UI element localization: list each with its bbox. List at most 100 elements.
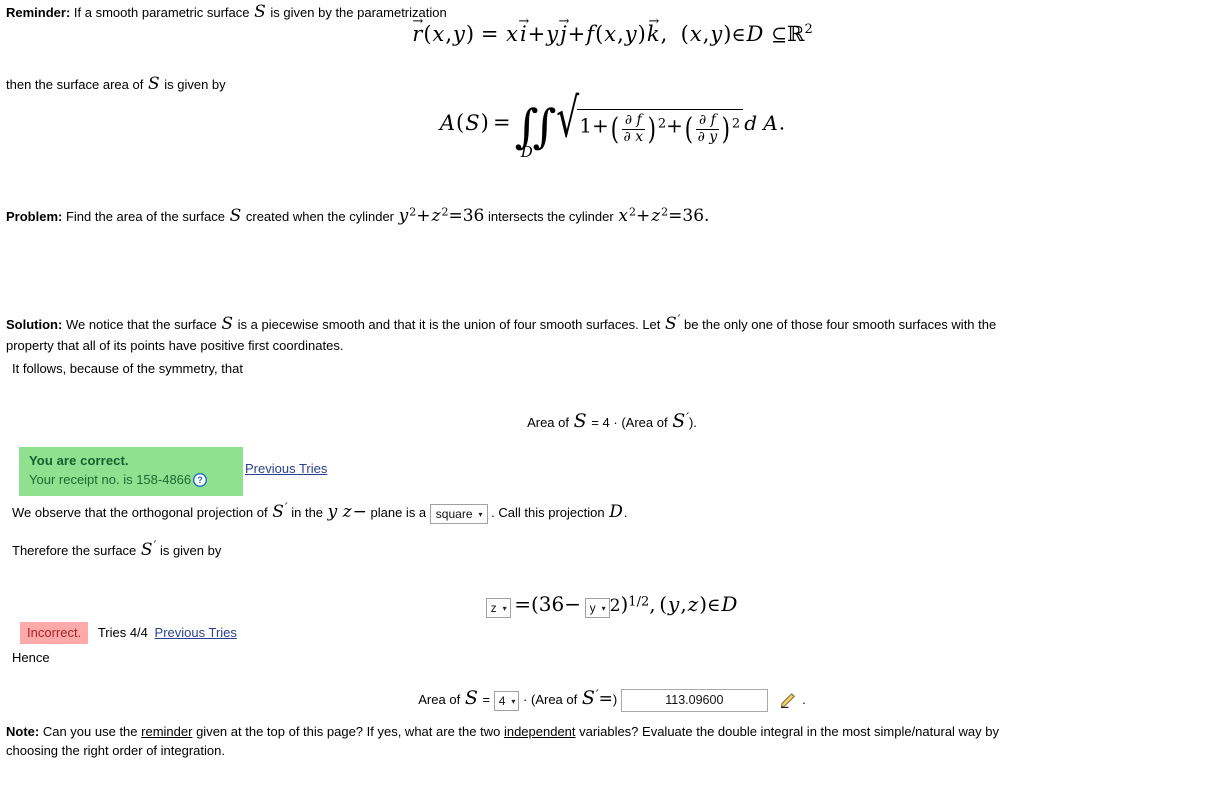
exponent-2: 2: [657, 116, 667, 132]
variable-select-z[interactable]: z ▾: [485, 597, 511, 618]
independent-reference-link[interactable]: independent: [504, 724, 576, 739]
then-text-a: then the surface area of: [6, 77, 144, 92]
surface-S-prime: S′: [271, 502, 287, 522]
answer-input[interactable]: 113.09600: [620, 689, 768, 713]
problem-label: Problem:: [6, 209, 63, 224]
note-label: Note:: [6, 724, 40, 739]
domain-D: D: [746, 22, 764, 46]
number-1: 1: [579, 114, 593, 138]
chevron-down-icon: ▾: [478, 509, 483, 519]
prime-mark: ′: [284, 500, 288, 515]
shape-select-value: square: [435, 506, 473, 521]
real-numbers: ℝ: [787, 22, 805, 46]
previous-tries-link-incorrect[interactable]: Previous Tries: [155, 625, 237, 640]
period: .: [802, 692, 806, 707]
lparen: (: [423, 22, 432, 46]
equals: =: [591, 415, 599, 430]
note-line-1: Note: Can you use the reminder given at …: [0, 723, 1224, 742]
observe-text-2: in the: [291, 505, 324, 520]
var-y4: y: [710, 22, 723, 46]
partial-f-partial-x: ∂ f ∂ x: [621, 112, 646, 145]
plus: +: [527, 22, 546, 46]
solution-text-a: We notice that the surface: [65, 317, 217, 332]
double-integral: ∫∫ D: [515, 103, 557, 162]
plus2: +: [567, 22, 586, 46]
period: .: [778, 110, 786, 135]
final-answer-row: Area of S = 4 ▾ · (Area of S′=) 113.09600…: [0, 687, 1224, 713]
solution-line-2: property that all of its points have pos…: [0, 337, 1224, 356]
solution-label: Solution:: [6, 317, 63, 332]
chevron-down-icon: ▾: [502, 603, 507, 613]
receipt-line: Your receipt no. is 158-4866?: [29, 471, 234, 490]
pencil-edit-icon[interactable]: [778, 690, 798, 711]
help-circle-icon[interactable]: ?: [193, 472, 208, 487]
surface-equation-row: z ▾ =(36− y ▾ 2)1/2, (y,z)∈D: [0, 592, 1224, 618]
rparen2: ): [637, 22, 646, 46]
var-x2: x: [506, 22, 518, 46]
plus2: +: [666, 114, 683, 138]
tuple-comma: ,: [680, 592, 687, 616]
reminder-reference-link[interactable]: reminder: [141, 724, 192, 739]
equals: =: [492, 110, 511, 135]
exponent-2: 2: [804, 22, 813, 37]
surface-area-formula: A(S) = ∫∫ D √ 1+(∂ f ∂ x) 2+(∂ f ∂ y) 2 d A.: [0, 92, 1224, 162]
minus-sign: −: [352, 502, 367, 522]
area-of-label: Area of: [527, 415, 569, 430]
S-letter: S: [665, 314, 677, 334]
var-x4: x: [689, 22, 702, 46]
var-y: y: [453, 22, 465, 46]
radical-sign: √: [556, 87, 580, 151]
note-text-b: given at the top of this page? If yes, w…: [196, 724, 501, 739]
therefore-text-1: Therefore the surface: [12, 543, 137, 558]
solution-symmetry-line: It follows, because of the symmetry, tha…: [6, 360, 1224, 379]
unit-vector-i: → i: [518, 14, 530, 46]
shape-select[interactable]: square ▾: [429, 503, 488, 524]
var-z: z: [687, 592, 699, 616]
observe-text-3: plane is a: [370, 505, 427, 520]
rparen-big2: ): [721, 112, 731, 147]
lparen-area-of: (Area of: [530, 692, 578, 707]
previous-tries-link-correct[interactable]: Previous Tries: [245, 461, 327, 476]
multiplier-select[interactable]: 4 ▾: [493, 690, 520, 711]
vector-arrow-icon: →: [648, 14, 660, 30]
reminder-text-before: If a smooth parametric surface: [73, 5, 250, 20]
rparen-period: ).: [688, 415, 697, 430]
svg-text:?: ?: [197, 475, 202, 485]
lparen-area-of: (Area of: [621, 415, 668, 430]
unit-vector-k: → k: [646, 14, 660, 46]
variable-select-z-value: z: [490, 600, 497, 615]
surface-S: S: [465, 110, 480, 135]
var-x: x: [618, 206, 628, 226]
problem-text-1: Find the area of the surface: [65, 209, 225, 224]
solution-text-b: is a piecewise smooth and that it is the…: [237, 317, 661, 332]
minus: −: [564, 592, 582, 616]
chevron-down-icon: ▾: [511, 696, 516, 706]
surface-S: S: [464, 687, 478, 709]
integral-lower-limit-D: D: [520, 143, 533, 162]
dot-operator: ·: [523, 692, 528, 707]
surface-S: S: [229, 206, 242, 226]
vector-arrow-icon: →: [558, 14, 570, 30]
variable-select-y[interactable]: y ▾: [584, 597, 610, 618]
var-x3: x: [604, 22, 617, 46]
element-of: ∈: [731, 24, 746, 46]
numerator: ∂ f: [624, 112, 642, 129]
projection-D: D: [609, 502, 623, 522]
unit-vector-j: → j: [558, 14, 570, 46]
var-y2: y: [546, 22, 559, 46]
surface-S-prime: S′: [140, 540, 156, 560]
surface-S-prime: S′: [581, 687, 599, 709]
S-letter: S: [140, 540, 153, 560]
problem-text-3: intersects the cylinder: [487, 209, 614, 224]
equals: =: [448, 206, 463, 226]
var-y: y: [398, 206, 409, 226]
domain-D: D: [721, 592, 738, 616]
solution-line-1: Solution: We notice that the surface S i…: [0, 312, 1224, 337]
surface-S-prime: S′: [664, 314, 680, 334]
var-y: y: [668, 592, 680, 616]
surface-S: S: [221, 314, 234, 334]
multiplier-select-value: 4: [498, 693, 506, 708]
note-text-d: choosing the right order of integration.: [6, 742, 225, 758]
projection-observation-line: We observe that the orthogonal projectio…: [6, 500, 1224, 525]
partial-f-partial-y: ∂ f ∂ y: [695, 113, 720, 145]
